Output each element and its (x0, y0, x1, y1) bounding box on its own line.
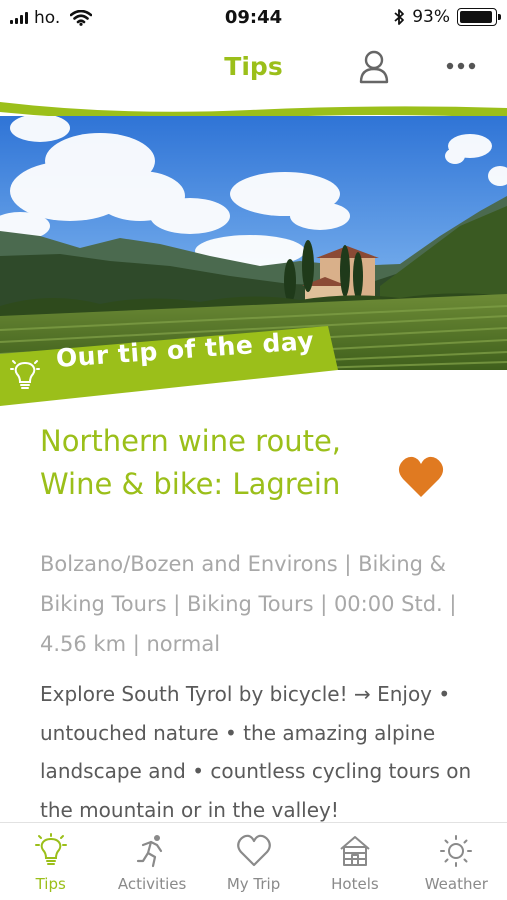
house-icon (340, 836, 370, 866)
profile-icon[interactable] (358, 50, 390, 84)
nav-header: Tips (0, 36, 507, 100)
tab-tips[interactable]: Tips (0, 823, 101, 900)
tour-title-line-1: Northern wine route, (40, 424, 342, 458)
tab-label: Activities (117, 875, 187, 893)
tab-activities[interactable]: Activities (101, 823, 202, 900)
tab-my-trip[interactable]: My Trip (203, 823, 304, 900)
tour-title-line-2: Wine & bike: Lagrein (40, 467, 341, 501)
sun-icon (440, 835, 473, 867)
heart-icon (236, 834, 271, 867)
lightbulb-icon (34, 833, 67, 865)
tab-bar: Tips Activities My Trip Hotels Weather (0, 822, 507, 900)
bluetooth-icon (394, 9, 405, 25)
tab-label: My Trip (226, 875, 281, 893)
tour-meta: Bolzano/Bozen and Environs | Biking & Bi… (40, 552, 457, 656)
tab-weather[interactable]: Weather (406, 823, 507, 900)
runner-icon (137, 835, 163, 868)
status-right: 93% (393, 7, 501, 27)
tab-label: Tips (35, 875, 66, 893)
tab-hotels[interactable]: Hotels (304, 823, 405, 900)
more-options-icon[interactable] (444, 54, 478, 78)
tour-description: Explore South Tyrol by bicycle! → Enjoy … (40, 682, 472, 822)
battery-icon (457, 8, 501, 26)
battery-percent: 93% (412, 7, 450, 27)
tab-label: Hotels (331, 875, 379, 893)
status-bar: ho. 09:44 93% (0, 0, 507, 36)
tab-label: Weather (424, 875, 488, 893)
lightbulb-icon (10, 360, 40, 389)
favorite-heart-icon[interactable] (398, 455, 444, 499)
tour-title[interactable]: Northern wine route, Wine & bike: Lagrei… (40, 420, 400, 506)
page-title: Tips (224, 52, 283, 81)
battery-fill (460, 11, 492, 23)
